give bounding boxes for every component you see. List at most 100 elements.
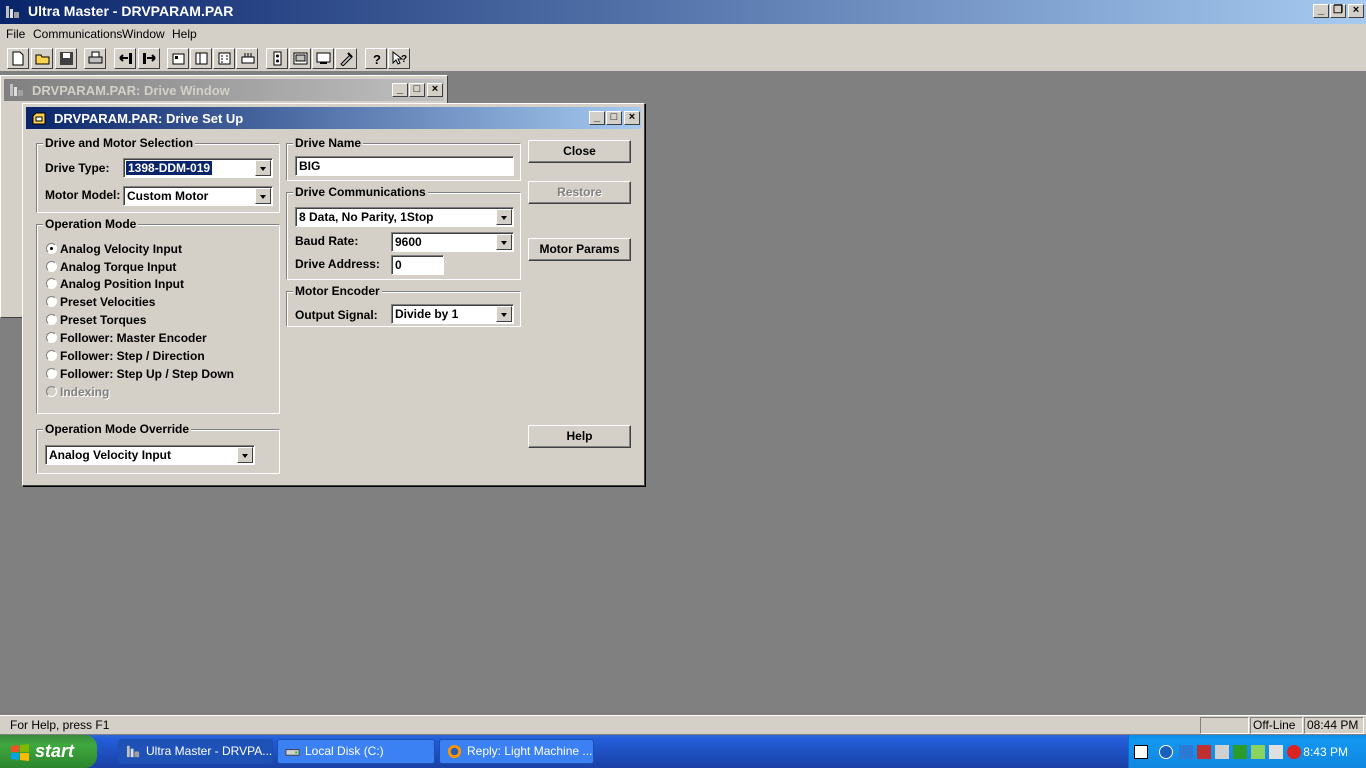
nvidia-icon[interactable] bbox=[1233, 745, 1247, 759]
context-help-icon[interactable]: ? bbox=[388, 48, 410, 69]
radio-label: Analog Velocity Input bbox=[60, 242, 183, 256]
chevron-left-icon[interactable] bbox=[1159, 745, 1173, 759]
drive-window-minimize-button[interactable]: _ bbox=[392, 83, 408, 97]
network-icon[interactable] bbox=[1179, 745, 1193, 759]
start-label: start bbox=[35, 741, 75, 761]
help-tray-icon[interactable] bbox=[1134, 745, 1148, 759]
baud-rate-value: 9600 bbox=[395, 235, 422, 249]
radio-dot[interactable] bbox=[46, 332, 57, 343]
close-button[interactable]: × bbox=[1348, 4, 1364, 18]
drive-window-close-button[interactable]: × bbox=[427, 83, 443, 97]
radio-label: Follower: Step / Direction bbox=[60, 349, 205, 363]
drive-type-label: Drive Type: bbox=[45, 161, 110, 175]
setup-maximize-button[interactable]: □ bbox=[606, 111, 622, 125]
chevron-down-icon[interactable] bbox=[255, 160, 271, 176]
radio-dot[interactable] bbox=[46, 368, 57, 379]
setup-minimize-button[interactable]: _ bbox=[589, 111, 605, 125]
oscilloscope-icon[interactable] bbox=[266, 48, 288, 69]
data-format-select[interactable]: 8 Data, No Parity, 1Stop bbox=[295, 207, 514, 227]
chevron-down-icon[interactable] bbox=[237, 447, 253, 463]
radio-dot[interactable] bbox=[46, 278, 57, 289]
output-signal-value: Divide by 1 bbox=[395, 307, 459, 321]
chevron-down-icon[interactable] bbox=[255, 188, 271, 204]
start-button[interactable]: start bbox=[0, 735, 97, 768]
task-ultra-master[interactable]: Ultra Master - DRVPA... bbox=[118, 739, 273, 764]
volume-icon[interactable] bbox=[1215, 745, 1229, 759]
radio-dot[interactable] bbox=[46, 350, 57, 361]
radio-label: Preset Velocities bbox=[60, 295, 156, 309]
restore-button[interactable]: ❐ bbox=[1330, 4, 1346, 18]
app-title-bar[interactable]: Ultra Master - DRVPARAM.PAR _ ❐ × bbox=[0, 0, 1366, 24]
chevron-down-icon[interactable] bbox=[496, 234, 512, 250]
radio-dot[interactable] bbox=[46, 261, 57, 272]
menu-bar: File Communications Window Help bbox=[0, 24, 1366, 44]
operation-mode-override-value: Analog Velocity Input bbox=[49, 448, 172, 462]
app-title: Ultra Master - DRVPARAM.PAR bbox=[28, 3, 234, 19]
tuning-icon[interactable] bbox=[236, 48, 258, 69]
antivirus-icon[interactable] bbox=[1287, 745, 1301, 759]
drive-setup-icon[interactable] bbox=[167, 48, 189, 69]
drive-motor-group-label: Drive and Motor Selection bbox=[43, 136, 196, 150]
task-firefox-reply[interactable]: Reply: Light Machine ... bbox=[439, 739, 594, 764]
drive-type-select[interactable]: 1398-DDM-019 bbox=[123, 158, 273, 178]
upload-icon[interactable] bbox=[114, 48, 136, 69]
drive-name-group: Drive Name BIG bbox=[286, 136, 521, 181]
drive-address-value: 0 bbox=[395, 258, 402, 272]
setup-close-button[interactable]: × bbox=[624, 111, 640, 125]
operation-mode-override-group: Operation Mode Override Analog Velocity … bbox=[36, 422, 280, 474]
operation-mode-override-select[interactable]: Analog Velocity Input bbox=[45, 445, 255, 465]
drive-communications-group-label: Drive Communications bbox=[293, 185, 428, 199]
new-icon[interactable] bbox=[7, 48, 29, 69]
status-bar: For Help, press F1 Off-Line 08:44 PM bbox=[0, 715, 1366, 734]
menu-file[interactable]: File bbox=[6, 27, 25, 41]
download-icon[interactable] bbox=[138, 48, 160, 69]
radio-dot[interactable] bbox=[46, 243, 57, 254]
drive-name-value: BIG bbox=[299, 159, 321, 173]
security-icon[interactable] bbox=[1197, 745, 1211, 759]
task-label: Local Disk (C:) bbox=[305, 744, 384, 758]
output-signal-select[interactable]: Divide by 1 bbox=[391, 304, 514, 324]
operation-mode-group: Operation Mode Analog Velocity Input Ana… bbox=[36, 217, 280, 414]
menu-window[interactable]: Window bbox=[122, 27, 165, 41]
display-icon[interactable] bbox=[1269, 745, 1283, 759]
drive-setup-title-bar[interactable]: DRVPARAM.PAR: Drive Set Up _ □ × bbox=[26, 107, 641, 129]
drive-window-maximize-button[interactable]: □ bbox=[409, 83, 425, 97]
chevron-down-icon[interactable] bbox=[496, 306, 512, 322]
motor-encoder-group: Motor Encoder Output Signal: Divide by 1 bbox=[286, 284, 521, 327]
control-icon[interactable] bbox=[335, 48, 357, 69]
status-icon[interactable] bbox=[312, 48, 334, 69]
baud-rate-select[interactable]: 9600 bbox=[391, 232, 514, 252]
status-mode: Off-Line bbox=[1250, 717, 1303, 734]
motor-params-button[interactable]: Motor Params bbox=[528, 238, 631, 261]
baud-rate-label: Baud Rate: bbox=[295, 234, 359, 248]
radio-dot[interactable] bbox=[46, 296, 57, 307]
drive-address-label: Drive Address: bbox=[295, 257, 380, 271]
motor-model-label: Motor Model: bbox=[45, 188, 121, 202]
radio-dot[interactable] bbox=[46, 314, 57, 325]
drive-name-input[interactable]: BIG bbox=[295, 156, 514, 176]
print-icon[interactable] bbox=[84, 48, 106, 69]
motor-icon[interactable] bbox=[190, 48, 212, 69]
monitor-icon[interactable] bbox=[289, 48, 311, 69]
chevron-down-icon[interactable] bbox=[496, 209, 512, 225]
drive-motor-group: Drive and Motor Selection Drive Type: 13… bbox=[36, 136, 280, 213]
operation-mode-group-label: Operation Mode bbox=[43, 217, 139, 231]
open-icon[interactable] bbox=[31, 48, 53, 69]
task-local-disk[interactable]: Local Disk (C:) bbox=[277, 739, 435, 764]
minimize-button[interactable]: _ bbox=[1313, 4, 1329, 18]
menu-communications[interactable]: Communications bbox=[33, 27, 122, 41]
taskbar: start Ultra Master - DRVPA... Local Disk… bbox=[0, 735, 1366, 768]
motor-model-select[interactable]: Custom Motor bbox=[123, 186, 273, 206]
drive-window-title-bar[interactable]: DRVPARAM.PAR: Drive Window _ □ × bbox=[4, 79, 444, 101]
help-button[interactable]: Help bbox=[528, 425, 631, 448]
io-icon[interactable] bbox=[213, 48, 235, 69]
update-icon[interactable] bbox=[1251, 745, 1265, 759]
menu-help[interactable]: Help bbox=[172, 27, 197, 41]
help-icon[interactable]: ? bbox=[365, 48, 387, 69]
close-dialog-button[interactable]: Close bbox=[528, 140, 631, 163]
drive-icon bbox=[285, 749, 300, 756]
radio-label: Analog Torque Input bbox=[60, 260, 177, 274]
system-tray: 8:43 PM bbox=[1128, 735, 1366, 768]
save-icon[interactable] bbox=[55, 48, 77, 69]
drive-address-input[interactable]: 0 bbox=[391, 255, 444, 275]
